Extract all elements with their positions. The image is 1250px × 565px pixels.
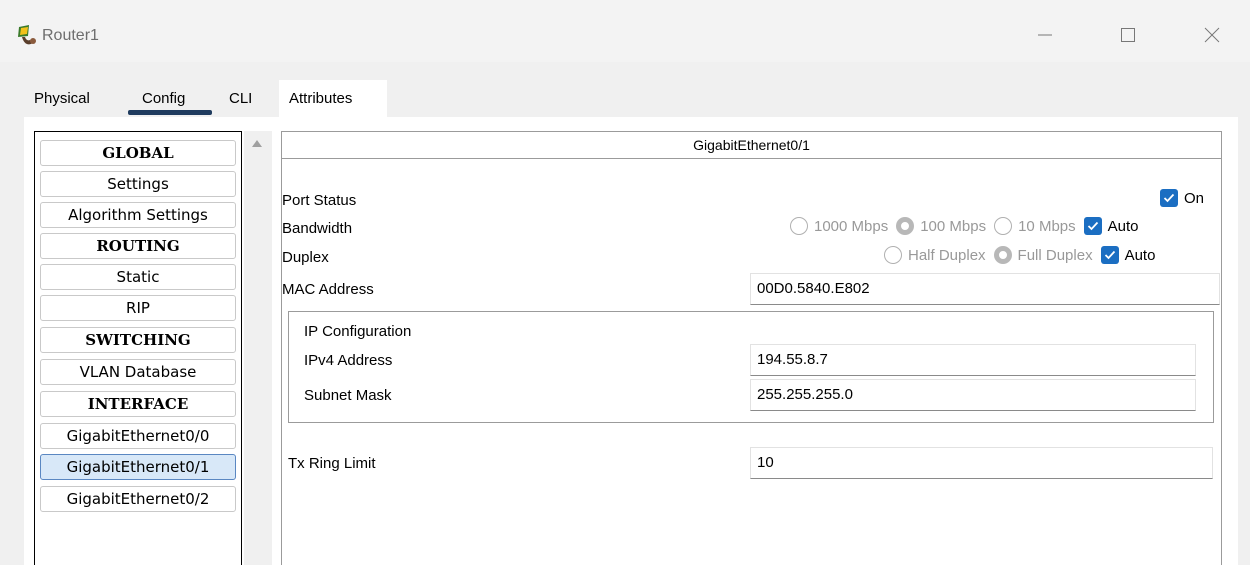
- bandwidth-auto-label: Auto: [1107, 217, 1139, 235]
- router-app-icon: [16, 24, 36, 46]
- duplex-label: Duplex: [282, 249, 329, 266]
- subnet-mask-label: Subnet Mask: [304, 387, 392, 404]
- check-icon: [1087, 221, 1098, 231]
- maximize-icon: [1121, 28, 1135, 42]
- nav-item-static[interactable]: Static: [40, 264, 236, 290]
- tab-attributes[interactable]: Attributes: [279, 80, 387, 118]
- mac-address-field[interactable]: 00D0.5840.E802: [750, 273, 1220, 305]
- nav-section-routing: ROUTING: [40, 233, 236, 259]
- subnet-mask-field[interactable]: 255.255.255.0: [750, 379, 1196, 411]
- close-button[interactable]: [1192, 20, 1232, 50]
- tx-ring-limit-field[interactable]: 10: [750, 447, 1213, 479]
- nav-item-gigabitethernet0-0[interactable]: GigabitEthernet0/0: [40, 423, 236, 449]
- nav-item-gigabitethernet0-2[interactable]: GigabitEthernet0/2: [40, 486, 236, 512]
- port-status-on-checkbox[interactable]: [1160, 189, 1178, 207]
- active-tab-indicator: [128, 110, 212, 115]
- duplex-auto-label: Auto: [1124, 246, 1156, 264]
- nav-scrollbar[interactable]: [244, 131, 272, 565]
- nav-item-vlan-database[interactable]: VLAN Database: [40, 359, 236, 385]
- duplex-full-radio[interactable]: [993, 246, 1012, 264]
- minimize-button[interactable]: [1025, 20, 1065, 50]
- nav-item-settings[interactable]: Settings: [40, 171, 236, 197]
- mac-address-label: MAC Address: [282, 281, 374, 298]
- check-icon: [1163, 193, 1175, 203]
- minimize-icon: [1038, 34, 1052, 36]
- bandwidth-10-radio[interactable]: [994, 217, 1013, 235]
- ip-configuration-title: IP Configuration: [304, 323, 412, 340]
- port-status-on-label: On: [1184, 189, 1205, 207]
- nav-item-rip[interactable]: RIP: [40, 295, 236, 321]
- check-icon: [1104, 250, 1115, 260]
- panel-header: GigabitEthernet0/1: [282, 132, 1221, 159]
- bandwidth-100-radio[interactable]: [896, 217, 915, 235]
- port-status-control: On: [1160, 189, 1212, 207]
- duplex-auto-checkbox[interactable]: [1100, 246, 1119, 264]
- port-status-label: Port Status: [282, 192, 357, 209]
- nav-item-algorithm-settings[interactable]: Algorithm Settings: [40, 202, 236, 228]
- nav-item-gigabitethernet0-1[interactable]: GigabitEthernet0/1: [40, 454, 236, 480]
- maximize-button[interactable]: [1108, 20, 1148, 50]
- title-bar: Router1: [0, 0, 1250, 62]
- duplex-half-label: Half Duplex: [908, 246, 986, 264]
- tab-physical[interactable]: Physical: [34, 80, 90, 118]
- duplex-full-label: Full Duplex: [1017, 246, 1093, 264]
- bandwidth-auto-checkbox[interactable]: [1083, 217, 1102, 235]
- bandwidth-10-label: 10 Mbps: [1018, 217, 1076, 235]
- bandwidth-100-label: 100 Mbps: [920, 217, 987, 235]
- tab-cli[interactable]: CLI: [229, 80, 252, 118]
- scroll-up-arrow-icon[interactable]: [252, 140, 262, 147]
- bandwidth-1000-radio[interactable]: [790, 217, 808, 235]
- bandwidth-label: Bandwidth: [282, 220, 353, 237]
- window-title: Router1: [42, 27, 99, 44]
- ipv4-address-field[interactable]: 194.55.8.7: [750, 344, 1196, 376]
- nav-section-interface: INTERFACE: [40, 391, 236, 417]
- duplex-options: Half Duplex Full Duplex Auto: [884, 246, 1163, 264]
- ipv4-address-label: IPv4 Address: [304, 352, 393, 369]
- config-nav-list: GLOBAL Settings Algorithm Settings ROUTI…: [34, 131, 242, 565]
- close-icon: [1204, 27, 1220, 43]
- bandwidth-options: 1000 Mbps 100 Mbps 10 Mbps Auto: [790, 217, 1147, 235]
- tx-ring-limit-label: Tx Ring Limit: [288, 455, 376, 472]
- bandwidth-1000-label: 1000 Mbps: [814, 217, 889, 235]
- duplex-half-radio[interactable]: [884, 246, 902, 264]
- nav-section-switching: SWITCHING: [40, 327, 236, 353]
- nav-section-global: GLOBAL: [40, 140, 236, 166]
